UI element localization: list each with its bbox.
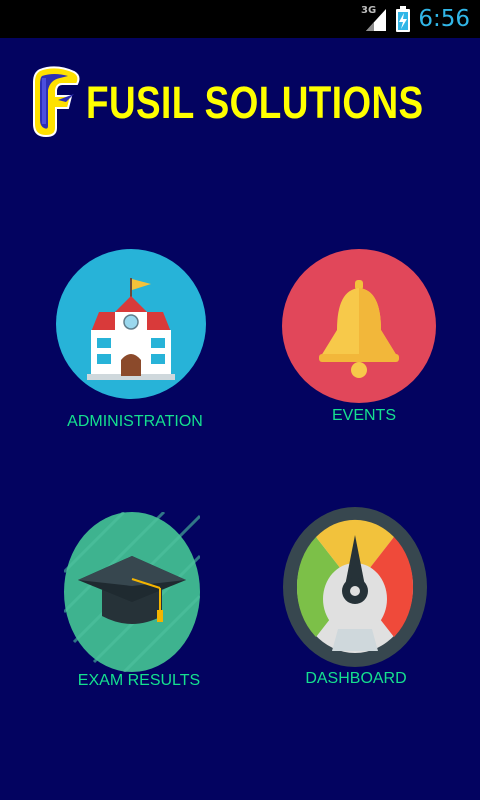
status-bar: 3G 6:56: [0, 0, 480, 38]
exam-results-tile[interactable]: EXAM RESULTS: [55, 510, 225, 700]
status-time: 6:56: [418, 6, 470, 32]
events-label: EVENTS: [331, 407, 396, 424]
bell-icon: [282, 249, 436, 403]
app-title: FUSIL SOLUTIONS: [86, 77, 424, 128]
speedometer-gauge-icon: [283, 507, 427, 667]
administration-tile[interactable]: ADMINISTRATION: [40, 245, 230, 445]
exam-results-label: EXAM RESULTS: [77, 672, 201, 689]
graduation-cap-icon: [64, 512, 200, 672]
app-header: FUSIL SOLUTIONS: [30, 66, 470, 138]
signal-icon: [366, 9, 386, 31]
fusil-f-logo-icon: [33, 66, 80, 138]
dashboard-tile[interactable]: DASHBOARD: [280, 505, 430, 695]
events-tile[interactable]: EVENTS: [270, 245, 450, 435]
administration-label: ADMINISTRATION: [67, 413, 203, 430]
school-building-icon: [56, 249, 206, 399]
dashboard-label: DASHBOARD: [305, 670, 407, 687]
battery-charging-icon: [396, 6, 410, 32]
